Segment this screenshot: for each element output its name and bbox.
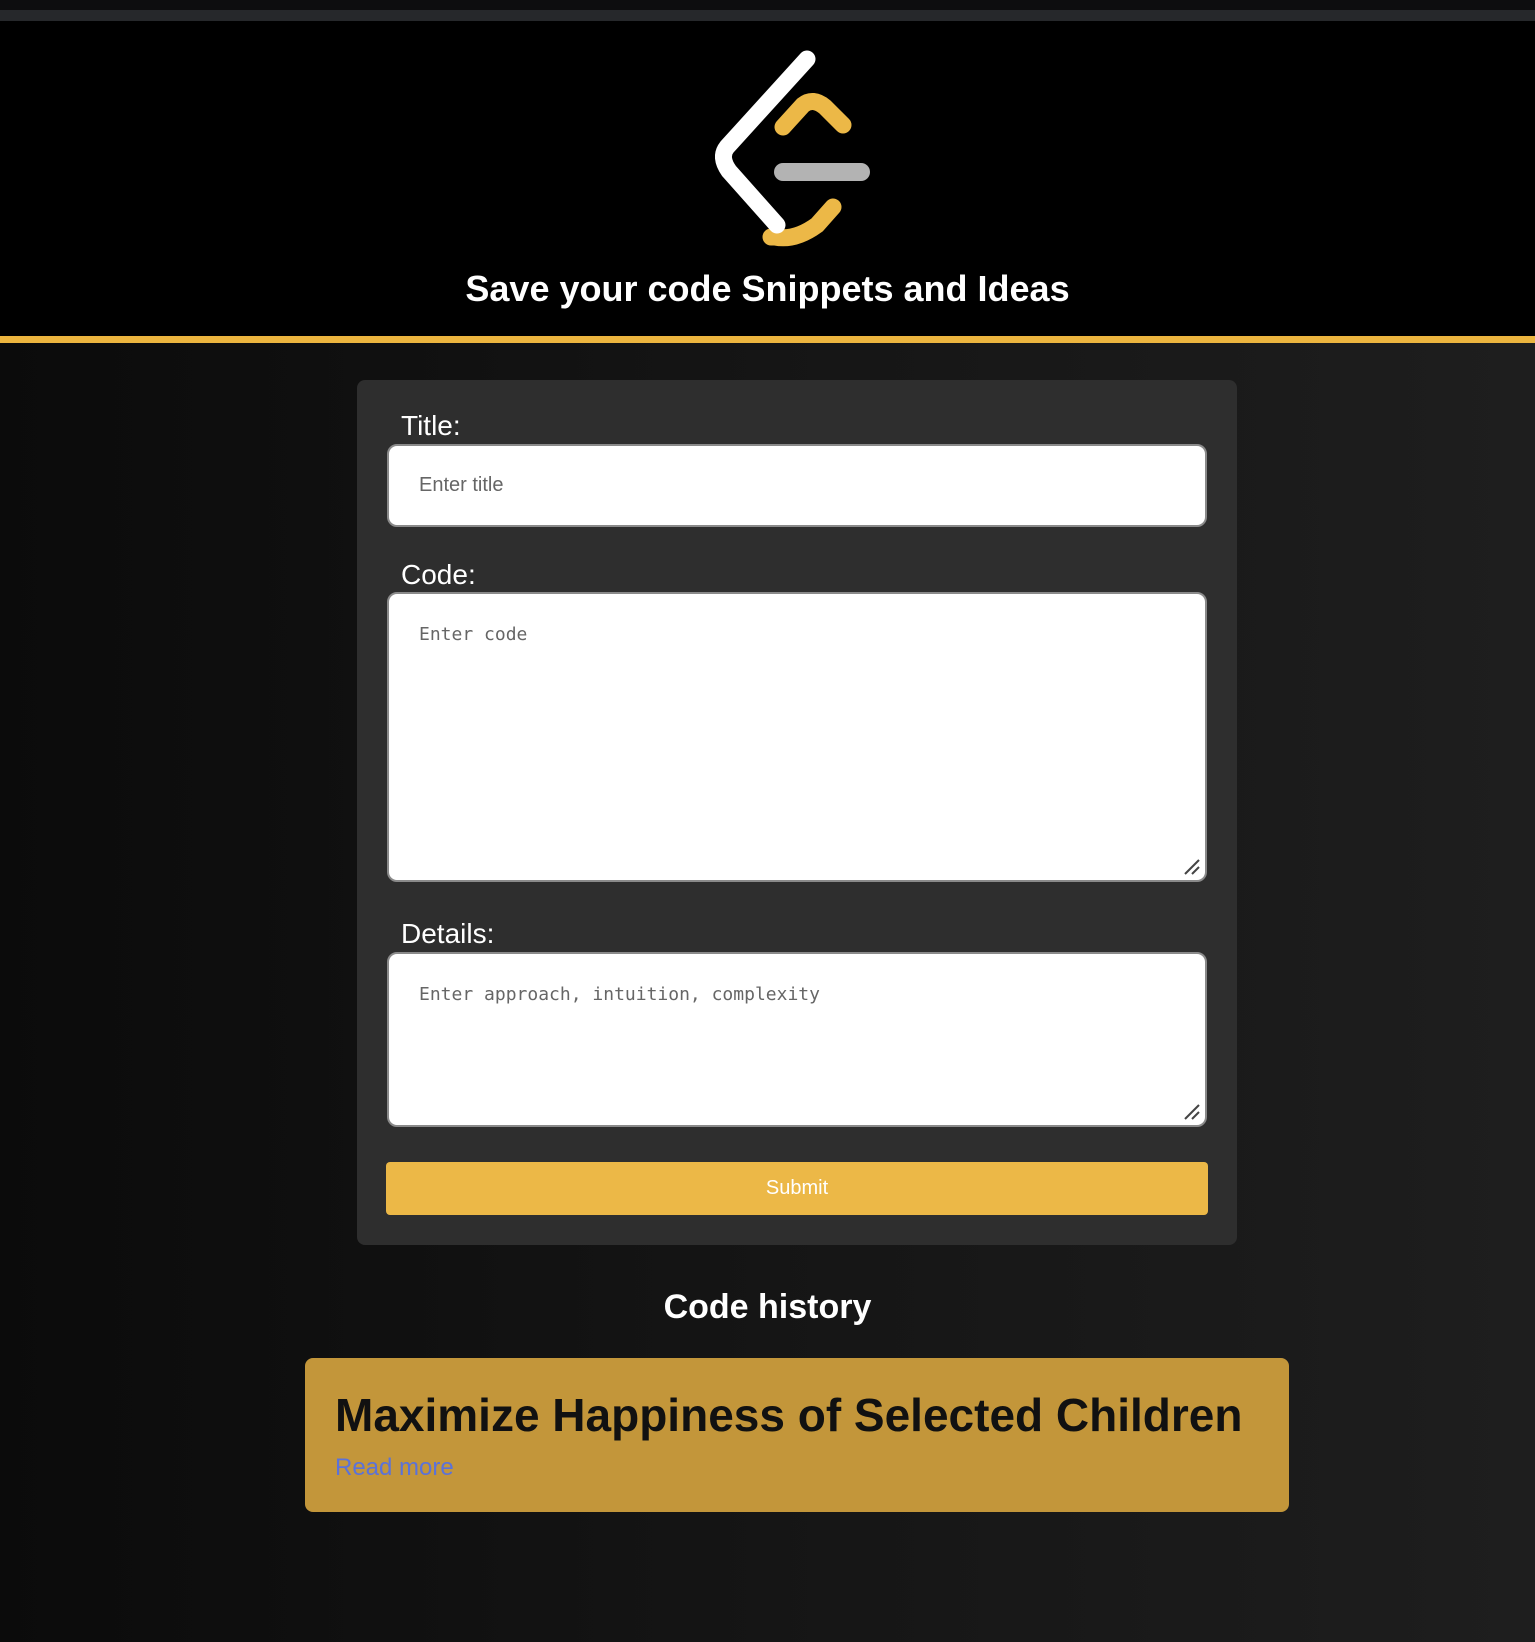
- title-label: Title:: [401, 410, 461, 441]
- leetcode-logo-icon: [715, 50, 870, 247]
- snippet-form: Title: Enter title Code: Enter code Deta…: [357, 380, 1237, 1245]
- title-input[interactable]: Enter title: [387, 444, 1207, 527]
- details-textarea[interactable]: Enter approach, intuition, complexity: [387, 952, 1207, 1127]
- code-history-heading: Code history: [663, 1288, 872, 1326]
- resize-handle-icon[interactable]: [1181, 856, 1201, 876]
- history-card-title: Maximize Happiness of Selected Children: [335, 1389, 1243, 1441]
- code-textarea-placeholder: Enter code: [419, 624, 528, 645]
- code-label: Code:: [401, 559, 476, 590]
- window-top-bar: [0, 10, 1535, 21]
- title-input-placeholder: Enter title: [419, 474, 504, 496]
- site-header: Save your code Snippets and Ideas: [0, 21, 1535, 343]
- submit-button[interactable]: Submit: [386, 1162, 1208, 1215]
- details-label: Details:: [401, 918, 495, 949]
- window-top-edge: [0, 0, 1535, 10]
- history-card: Maximize Happiness of Selected Children …: [305, 1358, 1289, 1512]
- page-title: Save your code Snippets and Ideas: [465, 268, 1070, 309]
- code-textarea[interactable]: Enter code: [387, 592, 1207, 882]
- details-textarea-placeholder: Enter approach, intuition, complexity: [419, 984, 820, 1005]
- resize-handle-icon[interactable]: [1181, 1101, 1201, 1121]
- read-more-link[interactable]: Read more: [335, 1453, 454, 1483]
